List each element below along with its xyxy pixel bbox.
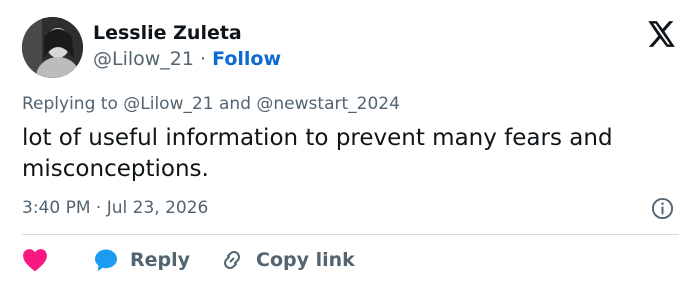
author-handle-row: @Lilow_21 · Follow bbox=[93, 47, 281, 71]
tweet-text: lot of useful information to prevent man… bbox=[22, 125, 613, 182]
tweet-timestamp[interactable]: 3:40 PM · Jul 23, 2026 bbox=[22, 197, 208, 219]
follow-button[interactable]: Follow bbox=[212, 48, 281, 70]
tweet-date: Jul 23, 2026 bbox=[106, 198, 209, 218]
reply-prefix: Replying to bbox=[22, 94, 118, 114]
reply-user-1[interactable]: @Lilow_21 bbox=[123, 94, 213, 114]
avatar-image bbox=[22, 17, 83, 78]
avatar[interactable] bbox=[22, 17, 83, 78]
copy-link-label: Copy link bbox=[256, 249, 355, 271]
author-handle[interactable]: @Lilow_21 bbox=[93, 48, 194, 70]
reply-user-2[interactable]: @newstart_2024 bbox=[256, 94, 400, 114]
handle-separator: · bbox=[200, 48, 207, 70]
heart-icon bbox=[23, 249, 47, 272]
divider bbox=[22, 234, 679, 235]
timestamp-separator: · bbox=[95, 198, 102, 218]
reply-button[interactable]: Reply bbox=[94, 248, 190, 272]
tweet-time: 3:40 PM bbox=[22, 198, 91, 218]
speech-bubble-icon bbox=[95, 249, 117, 271]
reply-label: Reply bbox=[130, 249, 191, 271]
info-icon[interactable] bbox=[651, 197, 674, 220]
x-logo-icon[interactable] bbox=[648, 21, 676, 47]
reply-conjunction: and bbox=[219, 94, 251, 114]
like-button[interactable] bbox=[22, 248, 48, 272]
author-name[interactable]: Lesslie Zuleta bbox=[93, 21, 242, 45]
copy-link-button[interactable]: Copy link bbox=[220, 248, 355, 272]
link-icon bbox=[224, 251, 241, 269]
action-bar: Reply Copy link bbox=[22, 246, 355, 274]
reply-context: Replying to @Lilow_21 and @newstart_2024 bbox=[22, 93, 400, 115]
